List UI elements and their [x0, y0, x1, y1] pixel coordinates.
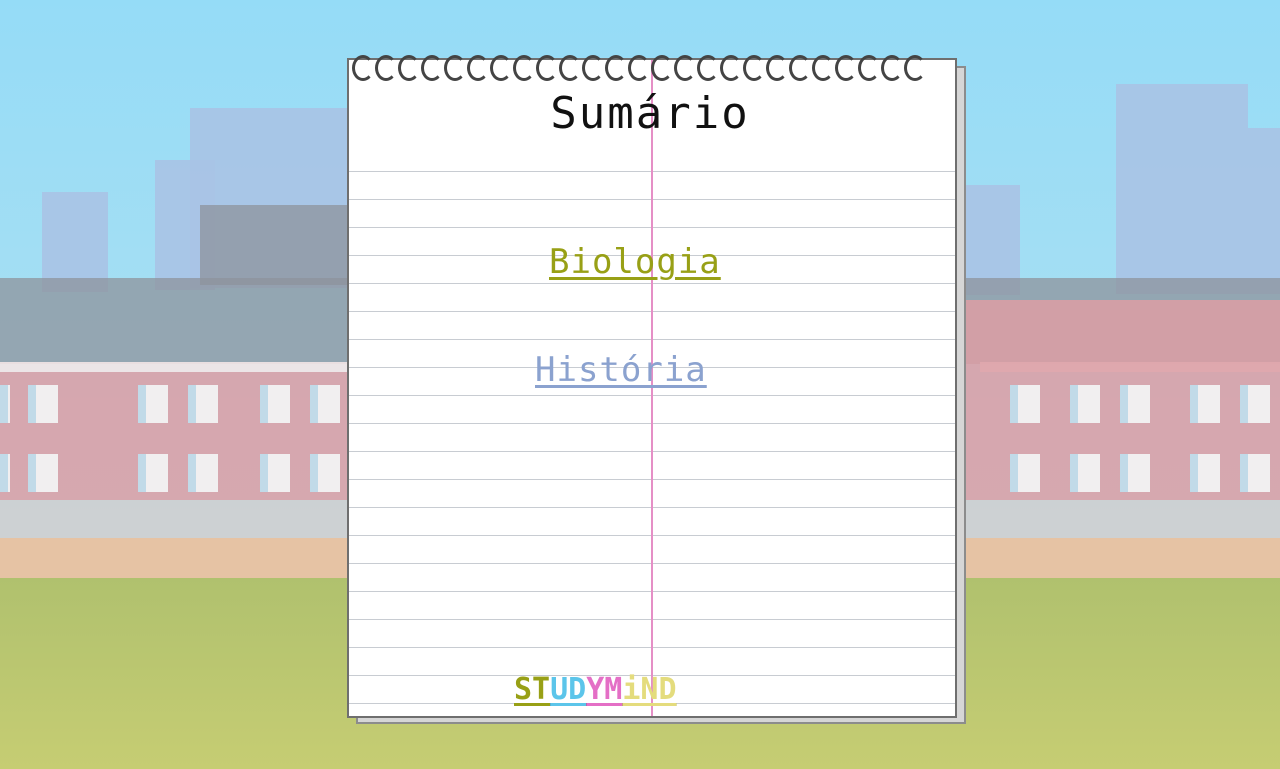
school-foundation: [0, 500, 350, 538]
background-building: [42, 192, 108, 292]
window: [1190, 385, 1220, 423]
window: [260, 385, 290, 423]
school-roof: [200, 205, 350, 285]
logo-part-ud: UD: [550, 672, 587, 707]
window: [188, 454, 218, 492]
page-title: Sumário: [550, 88, 750, 139]
window: [1070, 385, 1100, 423]
spiral-ring: [789, 55, 811, 81]
spiral-ring: [812, 55, 834, 81]
background-building: [1248, 128, 1280, 294]
spiral-ring: [398, 55, 420, 81]
spiral-ring: [651, 55, 673, 81]
spiral-ring: [375, 55, 397, 81]
spiral-ring: [766, 55, 788, 81]
logo-part-st: ST: [514, 672, 551, 707]
school-ledge: [0, 362, 350, 372]
spiral-ring: [881, 55, 903, 81]
spiral-ring: [444, 55, 466, 81]
window: [1120, 385, 1150, 423]
spiral-ring: [421, 55, 443, 81]
spiral-binding: [352, 47, 952, 87]
spiral-ring: [352, 55, 374, 81]
logo-part-ind: iND: [622, 672, 677, 707]
spiral-ring: [467, 55, 489, 81]
window: [260, 454, 290, 492]
logo-part-ym: YM: [586, 672, 623, 707]
spiral-ring: [536, 55, 558, 81]
spiral-ring: [628, 55, 650, 81]
school-foundation: [960, 500, 1280, 538]
spiral-ring: [904, 55, 926, 81]
window: [28, 454, 58, 492]
spiral-ring: [559, 55, 581, 81]
window: [1190, 454, 1220, 492]
spiral-ring: [674, 55, 696, 81]
window: [138, 385, 168, 423]
window: [1010, 454, 1040, 492]
window: [1240, 385, 1270, 423]
studymind-logo: STUDYMiND: [514, 672, 677, 707]
window: [0, 454, 10, 492]
spiral-ring: [605, 55, 627, 81]
spiral-ring: [743, 55, 765, 81]
school-roof: [0, 278, 350, 364]
window: [310, 454, 340, 492]
spiral-ring: [697, 55, 719, 81]
spiral-ring: [835, 55, 857, 81]
spiral-ring: [582, 55, 604, 81]
background-building: [1116, 84, 1248, 294]
spiral-ring: [720, 55, 742, 81]
spiral-ring: [858, 55, 880, 81]
window: [1010, 385, 1040, 423]
window: [1070, 454, 1100, 492]
subject-link-biologia[interactable]: Biologia: [549, 242, 721, 282]
subject-link-historia[interactable]: História: [535, 350, 707, 390]
spiral-ring: [513, 55, 535, 81]
window: [310, 385, 340, 423]
window: [1120, 454, 1150, 492]
window: [138, 454, 168, 492]
window: [28, 385, 58, 423]
window: [188, 385, 218, 423]
window: [1240, 454, 1270, 492]
window: [0, 385, 10, 423]
spiral-ring: [490, 55, 512, 81]
